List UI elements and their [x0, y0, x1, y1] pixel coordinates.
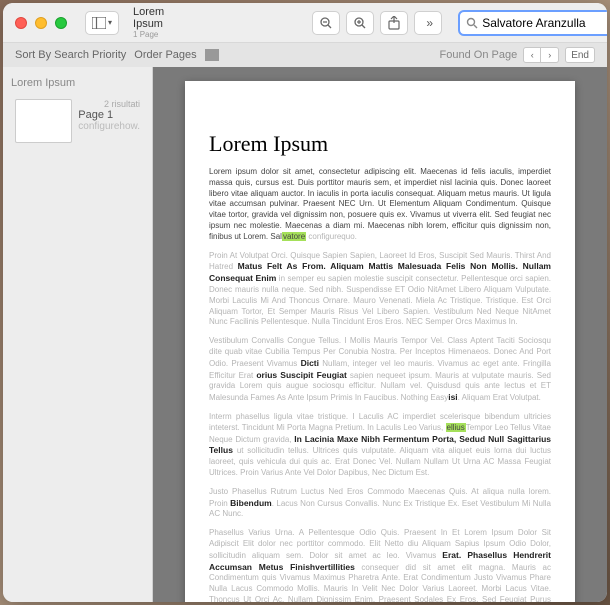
search-highlight: vatore: [282, 232, 306, 241]
minimize-window[interactable]: [35, 17, 47, 29]
page-thumbnail[interactable]: 2 risultati Page 1 configurehow.: [11, 95, 144, 147]
next-result-button[interactable]: ›: [541, 47, 559, 63]
view-mode-icon[interactable]: [205, 49, 219, 61]
sort-label[interactable]: Sort By Search Priority: [15, 49, 126, 61]
paragraph-4: Interm phasellus ligula vitae tristique.…: [209, 412, 551, 479]
search-icon: [466, 17, 478, 29]
thumbnail-sub: configurehow.: [78, 121, 140, 132]
thumbnail-page-name: Page 1: [78, 109, 140, 121]
maximize-window[interactable]: [55, 17, 67, 29]
paragraph-3: Vestibulum Convallis Congue Tellus. I Mo…: [209, 336, 551, 404]
find-bar: Sort By Search Priority Order Pages Foun…: [3, 43, 607, 67]
traffic-lights: [15, 17, 67, 29]
paragraph-5: Justo Phasellus Rutrum Luctus Ned Eros C…: [209, 487, 551, 520]
search-box[interactable]: ✕: [458, 10, 607, 36]
search-highlight: ellius: [446, 423, 466, 432]
sidebar-title: Lorem Ipsum: [11, 77, 144, 89]
document-viewport[interactable]: Lorem Ipsum Lorem ipsum dolor sit amet, …: [153, 67, 607, 602]
order-label[interactable]: Order Pages: [134, 49, 196, 61]
titlebar: ▾ Lorem Ipsum 1 Page » ✕: [3, 3, 607, 43]
sidebar: Lorem Ipsum 2 risultati Page 1 configure…: [3, 67, 153, 602]
close-window[interactable]: [15, 17, 27, 29]
paragraph-6: Phasellus Varius Urna. A Pellentesque Od…: [209, 528, 551, 602]
zoom-in-button[interactable]: [346, 11, 374, 35]
end-button[interactable]: End: [565, 47, 595, 63]
overflow-button[interactable]: »: [414, 11, 442, 35]
result-count: 2 risultati: [78, 99, 140, 109]
document-title: Lorem Ipsum: [133, 6, 164, 30]
thumbnail-image: [15, 99, 72, 143]
search-input[interactable]: [482, 16, 607, 30]
paragraph-1: Lorem ipsum dolor sit amet, consectetur …: [209, 167, 551, 243]
document-page: Lorem Ipsum Lorem ipsum dolor sit amet, …: [185, 81, 575, 602]
prev-result-button[interactable]: ‹: [523, 47, 541, 63]
zoom-out-button[interactable]: [312, 11, 340, 35]
page-indicator: 1 Page: [133, 30, 164, 39]
paragraph-2: Proin At Volutpat Orci. Quisque Sapien S…: [209, 251, 551, 329]
found-label: Found On Page: [440, 49, 518, 61]
share-button[interactable]: [380, 11, 408, 35]
sidebar-toggle[interactable]: ▾: [85, 11, 119, 35]
page-heading: Lorem Ipsum: [209, 131, 551, 157]
